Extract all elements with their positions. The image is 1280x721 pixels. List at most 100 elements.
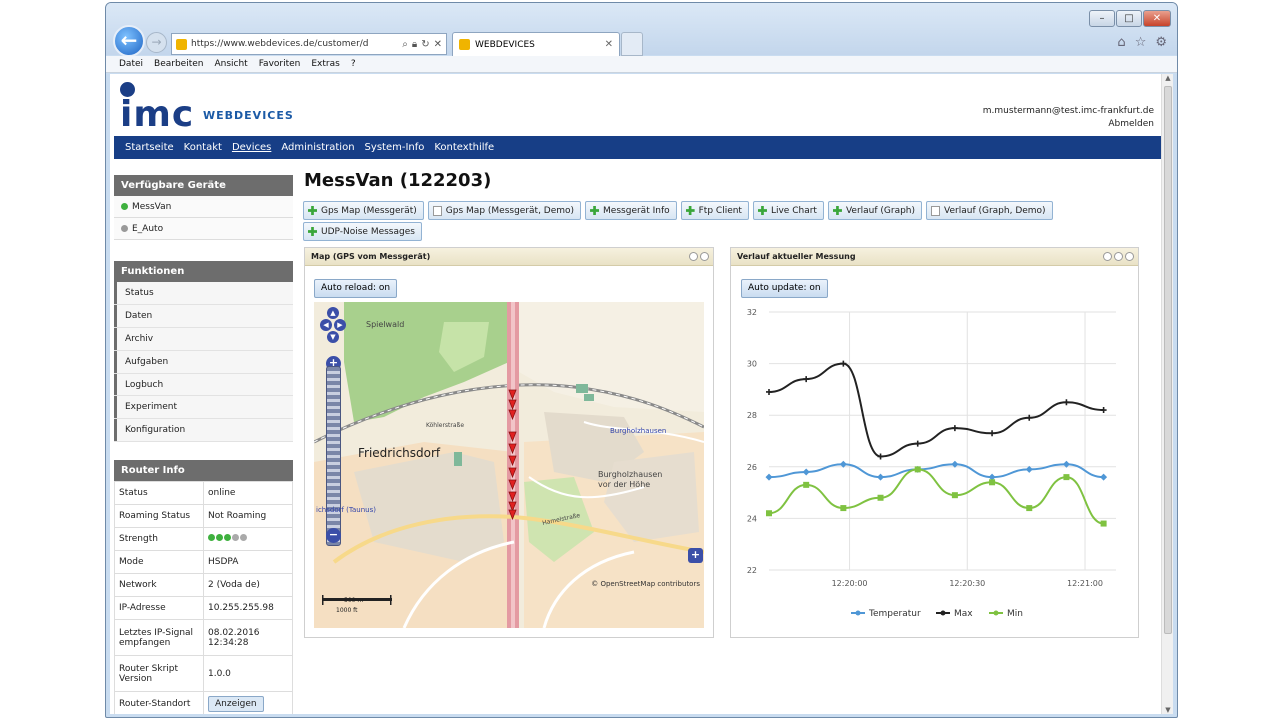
- function-aufgaben[interactable]: Aufgaben: [114, 350, 293, 374]
- series-line-min: [768, 468, 1104, 525]
- router-value: online: [203, 481, 293, 505]
- panel-close-icon[interactable]: [700, 252, 709, 261]
- map-label-street-2: Köhlerstraße: [426, 422, 465, 429]
- tab-close-icon[interactable]: ✕: [605, 39, 613, 50]
- refresh-icon[interactable]: ↻: [421, 39, 429, 50]
- show-location-button[interactable]: Anzeigen: [208, 696, 264, 712]
- pan-up-icon[interactable]: ▲: [327, 307, 339, 319]
- series-line-max: [768, 362, 1104, 458]
- router-key: Letztes IP-Signal empfangen: [114, 619, 204, 656]
- ftp-client-button[interactable]: Ftp Client: [680, 201, 749, 220]
- page-title: MessVan (122203): [304, 170, 492, 191]
- minimize-button[interactable]: –: [1089, 10, 1115, 27]
- udp-noise-button[interactable]: UDP-Noise Messages: [303, 222, 422, 241]
- signal-dot-icon: [232, 534, 239, 541]
- pan-left-icon[interactable]: ◀: [320, 319, 332, 331]
- device-info-button[interactable]: Messgerät Info: [585, 201, 677, 220]
- data-point: [914, 466, 921, 473]
- menu-extras[interactable]: Extras: [311, 56, 339, 72]
- function-konfiguration[interactable]: Konfiguration: [114, 419, 293, 443]
- data-point: [1100, 520, 1107, 527]
- logo[interactable]: imc: [120, 94, 194, 135]
- history-graph-demo-button[interactable]: Verlauf (Graph, Demo): [926, 201, 1053, 220]
- lock-icon[interactable]: 🔒︎: [412, 39, 417, 50]
- chart-panel: Verlauf aktueller Messung Auto update: o…: [730, 247, 1139, 638]
- home-icon[interactable]: ⌂: [1117, 35, 1125, 50]
- window-controls: – □ ✕: [1089, 10, 1171, 27]
- devices-box: Verfügbare Geräte MessVan E_Auto: [114, 175, 293, 240]
- stop-icon[interactable]: ✕: [434, 39, 442, 50]
- button-label: Verlauf (Graph, Demo): [944, 205, 1046, 216]
- device-item-e-auto[interactable]: E_Auto: [114, 218, 293, 240]
- function-archiv[interactable]: Archiv: [114, 327, 293, 351]
- history-graph-button[interactable]: Verlauf (Graph): [827, 201, 923, 220]
- functions-title: Funktionen: [114, 261, 293, 282]
- gear-icon[interactable]: ⚙: [1155, 35, 1167, 50]
- main-nav: Startseite Kontakt Devices Administratio…: [114, 136, 1162, 159]
- scroll-up-icon[interactable]: ▲: [1162, 74, 1174, 82]
- map-pan-control[interactable]: ▲ ◀ ▶ ▼: [320, 307, 346, 353]
- browser-titlebar: – □ ✕ ← → https://www.webdevices.de/cust…: [106, 3, 1177, 57]
- menu-favorites[interactable]: Favoriten: [259, 56, 301, 72]
- close-button[interactable]: ✕: [1143, 10, 1171, 27]
- menu-view[interactable]: Ansicht: [214, 56, 247, 72]
- gps-map[interactable]: ▲ ◀ ▶ ▼ + − Friedrichsdorf Spielwald Bur…: [314, 302, 704, 628]
- pan-right-icon[interactable]: ▶: [334, 319, 346, 331]
- signal-dot-icon: [224, 534, 231, 541]
- tab-title: WEBDEVICES: [475, 39, 535, 50]
- legend-marker: [993, 610, 999, 616]
- maximize-button[interactable]: □: [1116, 10, 1142, 27]
- line-chart: 22 24 26 28 30 32 12:20:00 12:20:30 12:21:00 Temp…: [747, 308, 1116, 619]
- nav-devices[interactable]: Devices: [232, 142, 271, 153]
- gps-map-demo-button[interactable]: Gps Map (Messgerät, Demo): [427, 201, 582, 220]
- function-daten[interactable]: Daten: [114, 304, 293, 328]
- nav-kontakt[interactable]: Kontakt: [184, 142, 222, 153]
- map-attribution[interactable]: © OpenStreetMap contributors: [591, 580, 700, 588]
- map-layer-switcher[interactable]: +: [688, 548, 703, 563]
- nav-kontexthilfe[interactable]: Kontexthilfe: [434, 142, 494, 153]
- favorites-star-icon[interactable]: ☆: [1135, 35, 1147, 50]
- function-status[interactable]: Status: [114, 282, 293, 305]
- browser-tab[interactable]: WEBDEVICES ✕: [452, 32, 620, 56]
- router-info-title: Router Info: [114, 460, 293, 481]
- signal-dot-icon: [208, 534, 215, 541]
- y-tick-label: 32: [747, 308, 757, 317]
- menu-help[interactable]: ?: [351, 56, 356, 72]
- logout-link[interactable]: Abmelden: [983, 118, 1154, 131]
- new-tab-button[interactable]: [621, 32, 643, 56]
- legend-marker: [940, 610, 946, 616]
- zoom-slider[interactable]: [326, 366, 341, 546]
- forward-button[interactable]: →: [146, 32, 167, 53]
- button-label: Verlauf (Graph): [845, 205, 916, 216]
- x-tick-label: 12:20:30: [949, 579, 985, 588]
- function-experiment[interactable]: Experiment: [114, 396, 293, 420]
- signal-dot-icon: [240, 534, 247, 541]
- devices-title: Verfügbare Geräte: [114, 175, 293, 196]
- button-label: Gps Map (Messgerät): [321, 205, 417, 216]
- nav-startseite[interactable]: Startseite: [125, 142, 174, 153]
- function-logbuch[interactable]: Logbuch: [114, 373, 293, 397]
- signal-strength-indicator: [203, 527, 293, 551]
- scrollbar-thumb[interactable]: [1164, 86, 1172, 634]
- menu-file[interactable]: Datei: [119, 56, 143, 72]
- address-bar[interactable]: https://www.webdevices.de/customer/d ⌕ 🔒…: [171, 33, 447, 55]
- scroll-down-icon[interactable]: ▼: [1162, 706, 1174, 714]
- nav-administration[interactable]: Administration: [281, 142, 354, 153]
- live-chart-button[interactable]: Live Chart: [752, 201, 824, 220]
- menu-edit[interactable]: Bearbeiten: [154, 56, 203, 72]
- zoom-out-button[interactable]: −: [326, 528, 341, 543]
- green-plus-icon: [832, 206, 842, 215]
- nav-system-info[interactable]: System-Info: [365, 142, 425, 153]
- panel-settings-icon[interactable]: [689, 252, 698, 261]
- search-icon[interactable]: ⌕: [402, 39, 408, 50]
- device-item-messvan[interactable]: MessVan: [114, 196, 293, 218]
- back-button[interactable]: ←: [113, 25, 145, 57]
- pan-down-icon[interactable]: ▼: [327, 331, 339, 343]
- router-key: Strength: [114, 527, 204, 551]
- y-tick-label: 30: [747, 360, 757, 369]
- vertical-scrollbar[interactable]: ▲ ▼: [1161, 74, 1173, 714]
- auto-reload-button[interactable]: Auto reload: on: [314, 279, 398, 298]
- map-panel-title: Map (GPS vom Messgerät): [311, 252, 431, 261]
- gps-map-button[interactable]: Gps Map (Messgerät): [303, 201, 424, 220]
- address-url[interactable]: https://www.webdevices.de/customer/d: [191, 39, 398, 49]
